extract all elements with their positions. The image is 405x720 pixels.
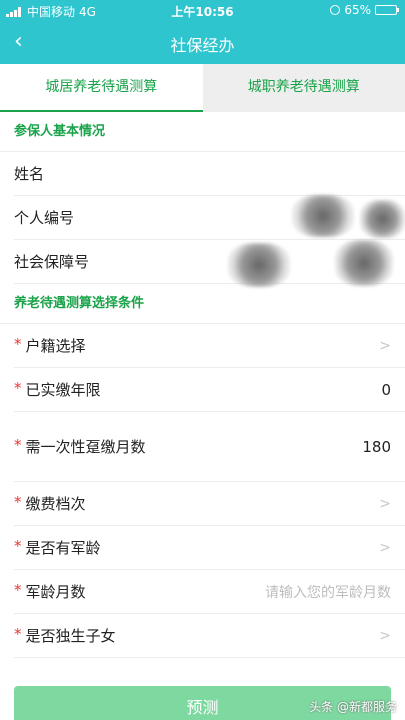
- lump-sum-months-value: 180: [362, 437, 391, 456]
- nav-bar: ‹ 社保经办: [0, 22, 405, 64]
- battery-percent: 65%: [344, 3, 371, 17]
- row-paid-years[interactable]: * 已实缴年限 0: [14, 368, 405, 412]
- watermark: 头条 @新都服务: [309, 700, 397, 714]
- row-label: 已实缴年限: [25, 380, 101, 399]
- military-months-input[interactable]: 请输入您的军龄月数: [265, 582, 391, 602]
- redaction-smudge: [292, 195, 354, 237]
- row-military-months[interactable]: * 军龄月数 请输入您的军龄月数: [14, 570, 405, 614]
- row-payment-level[interactable]: * 缴费档次 >: [14, 482, 405, 526]
- chevron-right-icon: >: [379, 495, 391, 512]
- page-title: 社保经办: [170, 36, 235, 55]
- required-mark: *: [14, 378, 22, 397]
- row-label-wrap: * 军龄月数: [14, 581, 86, 603]
- status-right: 65%: [330, 3, 399, 17]
- row-only-child[interactable]: * 是否独生子女 >: [14, 614, 405, 658]
- row-name[interactable]: 姓名: [14, 152, 405, 196]
- tab-urban-employee[interactable]: 城职养老待遇测算: [203, 64, 405, 112]
- row-label: 需一次性趸缴月数: [25, 437, 146, 456]
- required-mark: *: [14, 334, 22, 353]
- row-label: 军龄月数: [25, 582, 86, 601]
- row-label: 姓名: [14, 164, 45, 183]
- chevron-right-icon: >: [379, 627, 391, 644]
- section-title-basic: 参保人基本情况: [0, 112, 405, 152]
- battery-icon: [375, 5, 399, 15]
- row-label-wrap: * 是否独生子女: [14, 625, 116, 647]
- row-household-select[interactable]: * 户籍选择 >: [14, 324, 405, 368]
- required-mark: *: [14, 580, 22, 599]
- tab-urban-resident[interactable]: 城居养老待遇测算: [0, 64, 203, 112]
- required-mark: *: [14, 492, 22, 511]
- chevron-right-icon: >: [379, 337, 391, 354]
- row-label: 个人编号: [14, 208, 75, 227]
- row-label-wrap: * 缴费档次: [14, 493, 86, 515]
- chevron-right-icon: >: [379, 539, 391, 556]
- redaction-smudge: [335, 240, 393, 286]
- status-bar: 中国移动 4G 上午10:56 65%: [0, 0, 405, 22]
- tab-bar: 城居养老待遇测算 城职养老待遇测算: [0, 64, 405, 112]
- paid-years-value: 0: [381, 380, 391, 399]
- row-label-wrap: * 已实缴年限: [14, 379, 101, 401]
- row-label: 是否有军龄: [25, 538, 101, 557]
- required-mark: *: [14, 536, 22, 555]
- row-label: 是否独生子女: [25, 626, 116, 645]
- row-label: 户籍选择: [25, 336, 86, 355]
- row-lump-sum-months[interactable]: * 需一次性趸缴月数 180: [14, 412, 405, 482]
- redaction-smudge: [228, 243, 290, 287]
- rotation-lock-icon: [330, 5, 341, 15]
- required-mark: *: [14, 624, 22, 643]
- row-label: 社会保障号: [14, 252, 90, 271]
- row-label: 缴费档次: [25, 494, 86, 513]
- section-title-conditions: 养老待遇测算选择条件: [0, 284, 405, 324]
- required-mark: *: [14, 435, 22, 454]
- row-label-wrap: * 是否有军龄: [14, 537, 101, 559]
- redaction-smudge: [360, 200, 405, 238]
- row-has-military-service[interactable]: * 是否有军龄 >: [14, 526, 405, 570]
- row-label-wrap: * 户籍选择: [14, 335, 86, 357]
- row-label-wrap: * 需一次性趸缴月数: [14, 436, 156, 458]
